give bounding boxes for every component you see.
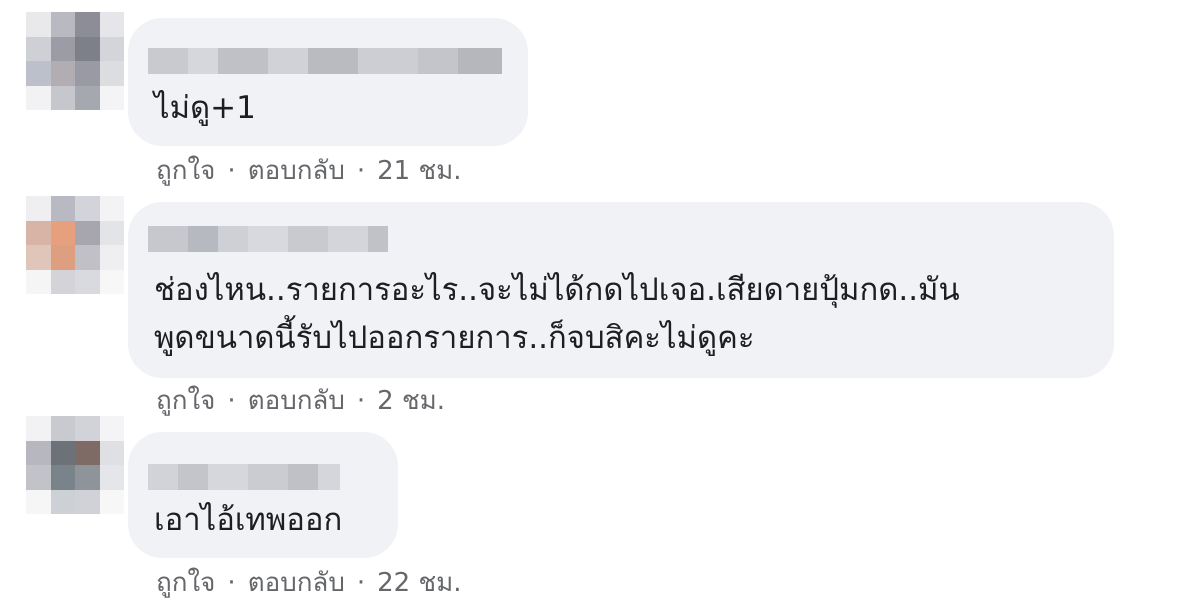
comment-bubble: เอาไอ้เทพออก: [128, 432, 398, 558]
comment-item: เอาไอ้เทพออก ถูกใจ · ตอบกลับ · 22 ชม.: [0, 0, 1200, 612]
timestamp[interactable]: 22 ชม.: [377, 568, 461, 598]
avatar[interactable]: [26, 416, 124, 514]
separator: ·: [356, 568, 366, 598]
separator: ·: [227, 568, 236, 598]
comment-text: เอาไอ้เทพออก: [154, 502, 343, 538]
comment-actions: ถูกใจ · ตอบกลับ · 22 ชม.: [156, 568, 462, 598]
author-name-blurred[interactable]: [148, 464, 340, 490]
like-link[interactable]: ถูกใจ: [156, 568, 215, 598]
reply-link[interactable]: ตอบกลับ: [248, 568, 345, 598]
